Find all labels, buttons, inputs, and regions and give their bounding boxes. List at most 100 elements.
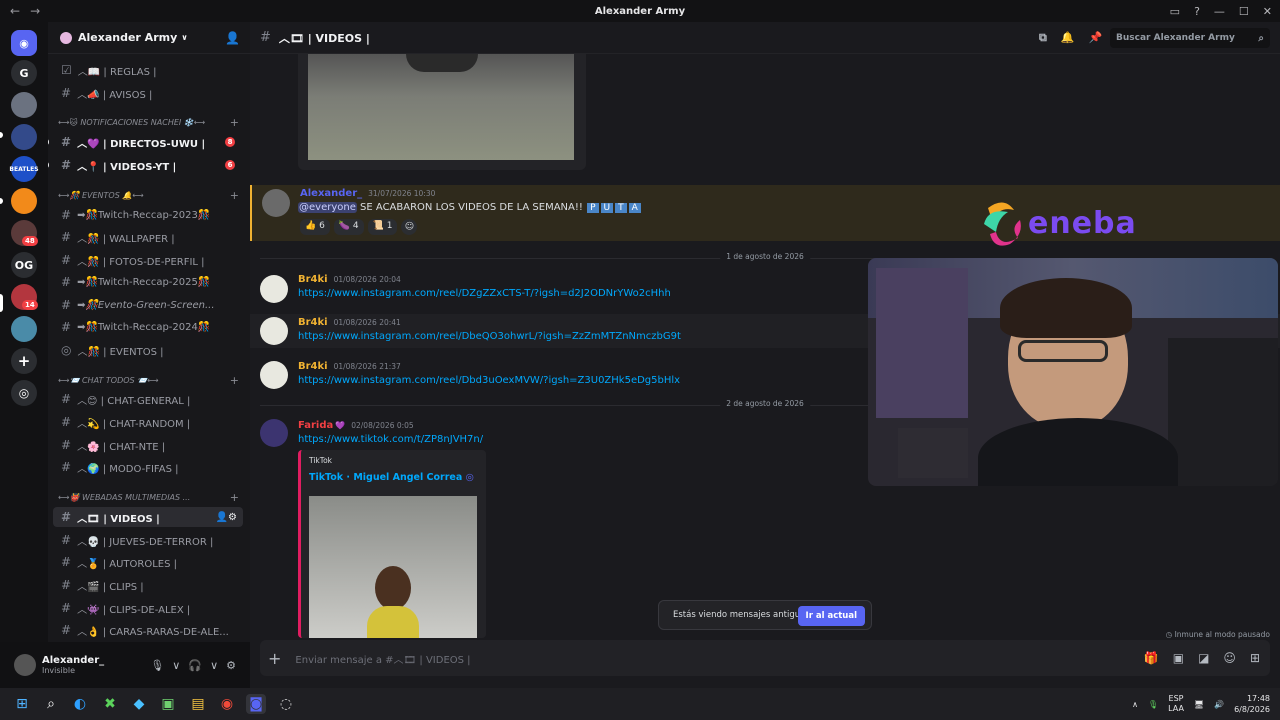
message-author[interactable]: Br4ki 01/08/2026 20:04 xyxy=(298,274,401,285)
message-author[interactable]: Br4ki 01/08/2026 21:37 xyxy=(298,361,401,372)
close-icon[interactable]: ✕ xyxy=(1263,5,1272,18)
add-server-icon[interactable]: + xyxy=(11,348,37,374)
message-link[interactable]: https://www.instagram.com/reel/DZgZZxCTS… xyxy=(298,288,671,299)
channel-chat-general[interactable]: # ︿😊 | CHAT-GENERAL | xyxy=(53,389,243,409)
pin-icon[interactable]: 📌 xyxy=(1089,31,1103,45)
message-input[interactable]: + Enviar mensaje a #︿🎞 | VIDEOS | 🎁 ▣ ◪ … xyxy=(260,640,1270,676)
bell-icon[interactable]: 🔔 xyxy=(1061,31,1075,45)
gif-icon[interactable]: ▣ xyxy=(1173,651,1184,665)
message-author[interactable]: Alexander_ 31/07/2026 10:30 xyxy=(300,188,435,199)
channel-avisos[interactable]: # ︿📣 | AVISOS | xyxy=(53,83,243,103)
embed-thumbnail[interactable] xyxy=(309,496,477,638)
channel-modo-fifas[interactable]: # ︿🌍 | MODO-FIFAS | xyxy=(53,457,243,477)
avatar[interactable] xyxy=(260,361,288,389)
sticker-icon[interactable]: ◪ xyxy=(1198,651,1209,665)
settings-icon[interactable]: 👤⚙ xyxy=(216,512,237,523)
channel-twitch-reccap-2025[interactable]: # ➡🎊Twitch-Reccap-2025🎊 xyxy=(53,272,243,292)
plus-icon[interactable]: + xyxy=(230,491,239,504)
monitor-icon[interactable]: 🖥 xyxy=(1194,700,1204,709)
message-author[interactable]: Br4ki 01/08/2026 20:41 xyxy=(298,317,401,328)
discord-home-icon[interactable]: ◉ xyxy=(11,30,37,56)
everyone-mention[interactable]: @everyone xyxy=(298,202,357,213)
category-eventos[interactable]: ⟷🎊 EVENTOS 🔔⟷ + xyxy=(58,187,243,203)
plus-icon[interactable]: + xyxy=(230,116,239,129)
chevron-down-icon[interactable]: ∨ xyxy=(172,659,180,672)
app-icon[interactable]: ◆ xyxy=(129,694,149,714)
channel-clips-de-alex[interactable]: # ︿👾 | CLIPS-DE-ALEX | xyxy=(53,598,243,618)
file-explorer-icon[interactable]: ▤ xyxy=(188,694,208,714)
inbox-icon[interactable]: ▭ xyxy=(1170,5,1180,18)
server-g[interactable]: G xyxy=(11,60,37,86)
xbox-icon[interactable]: ✖ xyxy=(100,694,120,714)
headphones-icon[interactable]: 🎧 xyxy=(188,659,202,672)
chevron-up-icon[interactable]: ∧ xyxy=(1132,700,1138,709)
minimize-icon[interactable]: — xyxy=(1214,5,1225,18)
plus-icon[interactable]: + xyxy=(230,189,239,202)
apps-icon[interactable]: ⊞ xyxy=(1250,651,1260,665)
add-attachment-icon[interactable]: + xyxy=(268,649,281,668)
server-icon[interactable] xyxy=(11,124,37,150)
reaction-chip[interactable]: 🍆 4 xyxy=(333,219,364,235)
avatar[interactable] xyxy=(260,275,288,303)
channel-directos-uwu[interactable]: # ︿💜 | DIRECTOS-UWU | 8 xyxy=(53,132,243,152)
add-member-icon[interactable]: 👤 xyxy=(225,31,240,45)
channel-autoroles[interactable]: # ︿🏅 | AUTOROLES | xyxy=(53,552,243,572)
channel-fotos-de-perfil[interactable]: # ︿🎊 | FOTOS-DE-PERFIL | xyxy=(53,250,243,270)
avatar[interactable] xyxy=(260,419,288,447)
server-icon[interactable] xyxy=(11,316,37,342)
microphone-icon[interactable]: 🎙 xyxy=(1148,700,1158,709)
channel-clips[interactable]: # ︿🎬 | CLIPS | xyxy=(53,575,243,595)
clock[interactable]: 17:48 6/8/2026 xyxy=(1234,693,1270,715)
channel-reglas[interactable]: ☑ ︿📖 | REGLAS | xyxy=(53,60,243,80)
language-indicator[interactable]: ESP LAA xyxy=(1168,694,1184,714)
channel-twitch-reccap-2023[interactable]: # ➡🎊Twitch-Reccap-2023🎊 xyxy=(53,205,243,225)
embed-image[interactable] xyxy=(308,54,574,160)
avatar[interactable] xyxy=(14,654,36,676)
channel-caras-raras[interactable]: # ︿👌 | CARAS-RARAS-DE-ALE... xyxy=(53,620,243,640)
threads-icon[interactable]: ⧉ xyxy=(1039,31,1047,45)
message-link[interactable]: https://www.tiktok.com/t/ZP8nJVH7n/ xyxy=(298,434,483,445)
message-link[interactable]: https://www.instagram.com/reel/DbeQO3ohw… xyxy=(298,331,681,342)
user-info[interactable]: Alexander_ Invisible xyxy=(42,655,104,675)
channel-chat-random[interactable]: # ︿💫 | CHAT-RANDOM | xyxy=(53,412,243,432)
server-icon[interactable] xyxy=(11,92,37,118)
reaction-chip[interactable]: 📜 1 xyxy=(367,219,398,235)
emoji-icon[interactable]: ☺ xyxy=(1223,651,1236,665)
reaction-chip[interactable]: 👍 6 xyxy=(300,219,330,235)
channel-eventos[interactable]: ◎ ︿🎊 | EVENTOS | xyxy=(53,340,243,360)
discover-icon[interactable]: ◎ xyxy=(11,380,37,406)
channel-evento-green-screen[interactable]: # ➡🎊Evento-Green-Screen... xyxy=(53,295,243,315)
search-input[interactable]: Buscar Alexander Army ⌕ xyxy=(1110,28,1270,48)
channel-chat-nte[interactable]: # ︿🌸 | CHAT-NTE | xyxy=(53,435,243,455)
jump-to-present-button[interactable]: Ir al actual xyxy=(797,606,865,626)
app-icon[interactable]: ▣ xyxy=(158,694,178,714)
gear-icon[interactable]: ⚙ xyxy=(226,659,236,672)
message-author[interactable]: Farida 💜 02/08/2026 0:05 xyxy=(298,420,414,431)
channel-wallpaper[interactable]: # ︿🎊 | WALLPAPER | xyxy=(53,227,243,247)
channel-jueves-de-terror[interactable]: # ︿💀 | JUEVES-DE-TERROR | xyxy=(53,530,243,550)
app-icon[interactable]: ◌ xyxy=(276,694,296,714)
plus-icon[interactable]: + xyxy=(230,374,239,387)
chevron-down-icon[interactable]: ∨ xyxy=(210,659,218,672)
channel-videos-yt[interactable]: # ︿📍 | VIDEOS-YT | 6 xyxy=(53,155,243,175)
search-icon[interactable]: ⌕ xyxy=(41,694,61,714)
volume-icon[interactable]: 🔊 xyxy=(1214,700,1224,709)
channel-videos[interactable]: # ︿🎞 | VIDEOS | 👤⚙ xyxy=(53,507,243,527)
avatar[interactable] xyxy=(260,317,288,345)
category-chat-todos[interactable]: ⟷📨 CHAT TODOS 📨⟷ + xyxy=(58,372,243,388)
add-reaction-icon[interactable]: ☺ xyxy=(401,219,418,235)
server-icon[interactable] xyxy=(11,188,37,214)
avatar[interactable] xyxy=(262,189,290,217)
message-link[interactable]: https://www.instagram.com/reel/Dbd3uOexM… xyxy=(298,375,680,386)
category-webadas[interactable]: ⟷👹 WEBADAS MULTIMEDIAS ... + xyxy=(58,489,243,505)
chrome-icon[interactable]: ◉ xyxy=(217,694,237,714)
server-header[interactable]: Alexander Army ∨ 👤 xyxy=(48,22,250,54)
discord-taskbar-icon[interactable]: ◙ xyxy=(246,694,266,714)
embed-title[interactable]: TikTok · Miguel Angel Correa ◎ xyxy=(309,472,474,483)
maximize-icon[interactable]: ☐ xyxy=(1239,5,1249,18)
channel-twitch-reccap-2024[interactable]: # ➡🎊Twitch-Reccap-2024🎊 xyxy=(53,317,243,337)
windows-start-icon[interactable]: ⊞ xyxy=(12,694,32,714)
category-notificaciones[interactable]: ⟷🐱 NOTIFICACIONES NACHEI ❄️⟷ + xyxy=(58,114,243,130)
microphone-icon[interactable]: 🎙 xyxy=(150,659,164,672)
server-og[interactable]: OG xyxy=(11,252,37,278)
